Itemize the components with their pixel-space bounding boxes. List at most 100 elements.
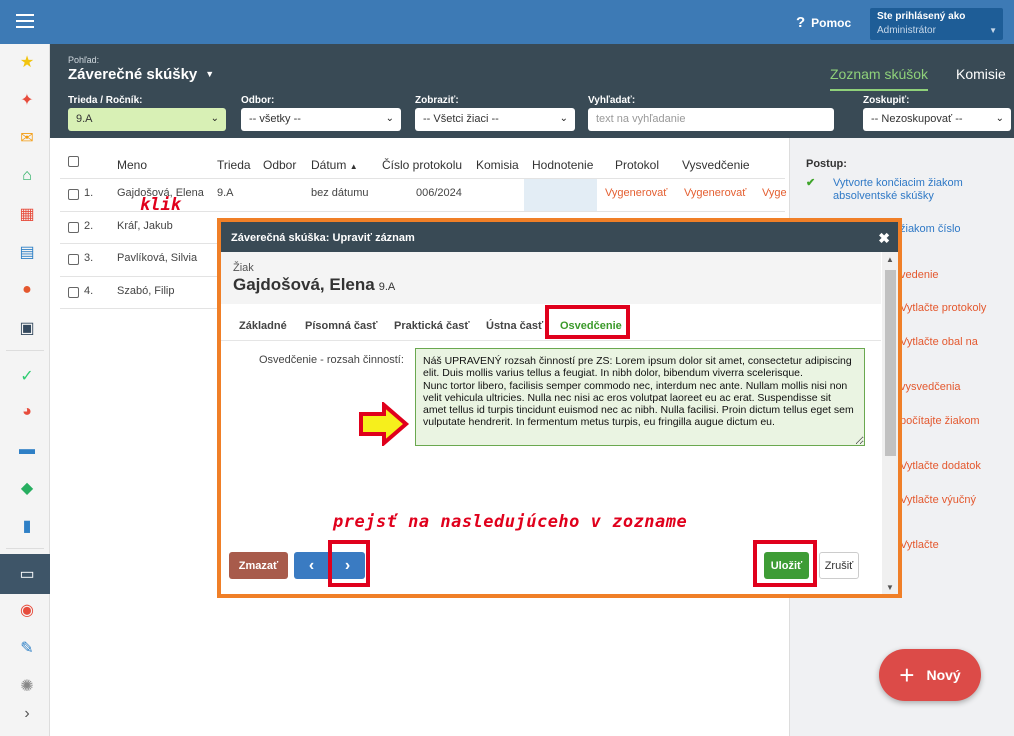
delete-button[interactable]: Zmazať: [229, 552, 288, 579]
col-header-certificate[interactable]: Vysvedčenie: [682, 158, 750, 172]
dialog-scrollbar[interactable]: ▲ ▼: [882, 252, 898, 594]
class-filter-label: Trieda / Ročník:: [68, 95, 143, 106]
row-checkbox[interactable]: [68, 189, 79, 200]
pen-icon[interactable]: ✎: [17, 638, 37, 658]
scroll-up-icon[interactable]: ▲: [886, 255, 894, 264]
plus-icon: +: [899, 659, 915, 690]
field-select[interactable]: -- všetky -- ⌄: [241, 108, 401, 131]
sidebar-divider: [6, 548, 44, 549]
student-name[interactable]: Pavlíková, Silvia: [117, 252, 197, 264]
tab-oral[interactable]: Ústna časť: [486, 320, 543, 332]
grid-icon[interactable]: ▦: [17, 204, 37, 224]
bar-chart-icon[interactable]: ▮: [17, 516, 37, 536]
class-select[interactable]: 9.A ⌄: [68, 108, 226, 131]
generate-certificate-link[interactable]: Vygenerovať: [684, 187, 746, 199]
grade-cell[interactable]: [524, 179, 597, 211]
col-header-protocol[interactable]: Protokol: [615, 158, 659, 172]
chart-pie-icon[interactable]: ◕: [17, 402, 37, 422]
tab-written[interactable]: Písomná časť: [305, 320, 378, 332]
student-name[interactable]: Kráľ, Jakub: [117, 220, 173, 232]
scroll-thumb[interactable]: [885, 270, 896, 456]
steps-heading: Postup:: [806, 158, 847, 170]
search-placeholder: text na vyhľadanie: [596, 113, 686, 125]
student-class: 9.A: [217, 187, 234, 199]
protocol-number: 006/2024: [416, 187, 462, 199]
step-item[interactable]: Vytlačte: [900, 539, 939, 552]
col-header-class[interactable]: Trieda: [217, 158, 251, 172]
step-item[interactable]: vysvedčenia: [900, 381, 961, 394]
new-button[interactable]: + Nový: [879, 649, 981, 701]
briefcase-icon[interactable]: ▬: [17, 440, 37, 460]
tab-basic[interactable]: Základné: [239, 320, 287, 332]
col-header-protocol-no[interactable]: Číslo protokolu: [382, 158, 462, 172]
step-item[interactable]: počítajte žiakom: [900, 415, 979, 428]
col-header-date[interactable]: Dátum ▲: [311, 158, 358, 172]
open-book-icon[interactable]: ▭: [17, 564, 37, 584]
chevron-down-icon: ▼: [989, 26, 997, 35]
user-role: Administrátor: [877, 25, 936, 36]
step-label: Vytvorte končiacim žiakom absolventské s…: [833, 177, 963, 202]
chevron-right-icon[interactable]: ›: [17, 704, 37, 724]
check-circle-icon[interactable]: ✓: [17, 366, 37, 386]
step-item[interactable]: vedenie: [900, 269, 939, 282]
new-button-label: Nový: [926, 667, 961, 683]
group-select[interactable]: -- Nezoskupovať -- ⌄: [863, 108, 1011, 131]
chevron-down-icon: ▼: [205, 69, 215, 79]
show-select-value: -- Všetci žiaci --: [423, 113, 499, 125]
home-icon[interactable]: ⌂: [17, 166, 37, 186]
step-item[interactable]: Vytlačte obal na: [900, 336, 978, 349]
highlight-save-box: [753, 540, 817, 587]
chevron-down-icon: ⌄: [210, 113, 219, 124]
gear-icon[interactable]: ✺: [17, 676, 37, 696]
step-item[interactable]: žiakom číslo: [900, 223, 961, 236]
user-menu[interactable]: Ste prihlásený ako Administrátor ▼: [870, 8, 1003, 40]
generate-extra-link[interactable]: Vyge: [762, 187, 787, 199]
col-header-grade[interactable]: Hodnotenie: [532, 158, 593, 172]
tab-committees[interactable]: Komisie: [956, 66, 1006, 82]
calendar-icon[interactable]: ▣: [17, 318, 37, 338]
magic-wand-icon[interactable]: ✦: [17, 90, 37, 110]
sidebar-divider: [6, 350, 44, 351]
star-icon[interactable]: ★: [17, 52, 37, 72]
tab-practical[interactable]: Praktická časť: [394, 320, 470, 332]
student-name[interactable]: Szabó, Filip: [117, 285, 174, 297]
search-input[interactable]: text na vyhľadanie: [588, 108, 834, 131]
step-item[interactable]: Vytlačte výučný: [900, 494, 976, 507]
shield-icon[interactable]: ◆: [17, 478, 37, 498]
col-header-name[interactable]: Meno: [117, 158, 147, 172]
help-link[interactable]: ? Pomoc: [796, 14, 851, 31]
menu-icon[interactable]: [16, 14, 34, 28]
row-checkbox[interactable]: [68, 254, 79, 265]
page-header: Pohľad: Záverečné skúšky ▼ Zoznam skúšok …: [50, 44, 1014, 138]
student-heading: Gajdošová, Elena 9.A: [233, 275, 395, 295]
certificate-scope-textarea[interactable]: Náš UPRAVENÝ rozsah činností pre ZS: Lor…: [415, 348, 865, 446]
class-select-value: 9.A: [76, 113, 93, 125]
close-icon[interactable]: ✖: [878, 230, 890, 247]
student-label: Žiak: [233, 262, 254, 274]
view-selector[interactable]: Záverečné skúšky ▼: [68, 66, 214, 83]
tab-exam-list[interactable]: Zoznam skúšok: [830, 66, 929, 91]
row-checkbox[interactable]: [68, 222, 79, 233]
left-sidebar: ★ ✦ ✉ ⌂ ▦ ▤ ● ▣ ✓ ◕ ▬ ◆ ▮ ▭ ◉ ✎ ✺ ›: [0, 44, 50, 736]
col-header-field[interactable]: Odbor: [263, 158, 296, 172]
cancel-button[interactable]: Zrušiť: [819, 552, 859, 579]
exam-date: bez dátumu: [311, 187, 369, 199]
group-select-value: -- Nezoskupovať --: [871, 113, 963, 125]
student-name: Gajdošová, Elena: [233, 275, 375, 294]
col-header-committee[interactable]: Komisia: [476, 158, 519, 172]
chat-icon[interactable]: ◉: [17, 600, 37, 620]
divider: [221, 340, 881, 341]
book-icon[interactable]: ▤: [17, 242, 37, 262]
previous-button[interactable]: ‹: [294, 552, 329, 579]
select-all-checkbox[interactable]: [68, 156, 79, 167]
page-title: Záverečné skúšky: [68, 66, 198, 83]
step-item[interactable]: ✔ Vytvorte končiacim žiakom absolventské …: [806, 177, 986, 203]
generate-protocol-link[interactable]: Vygenerovať: [605, 187, 667, 199]
step-item[interactable]: Vytlačte protokoly: [900, 302, 986, 315]
step-item[interactable]: Vytlačte dodatok: [900, 460, 981, 473]
row-checkbox[interactable]: [68, 287, 79, 298]
user-icon[interactable]: ●: [17, 280, 37, 300]
mail-icon[interactable]: ✉: [17, 128, 37, 148]
show-select[interactable]: -- Všetci žiaci -- ⌄: [415, 108, 575, 131]
scroll-down-icon[interactable]: ▼: [886, 583, 894, 592]
